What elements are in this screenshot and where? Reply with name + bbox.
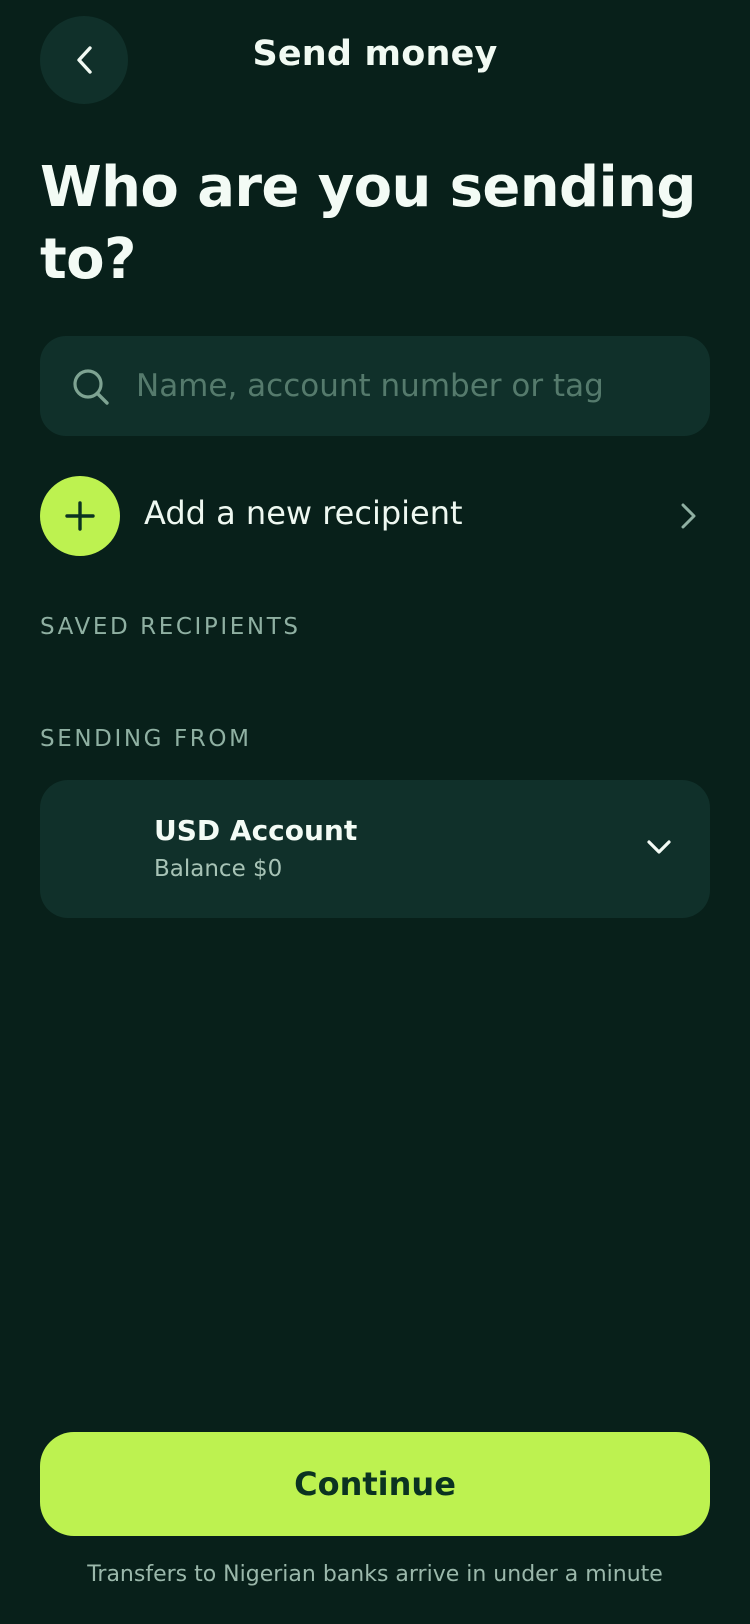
page-heading: Who are you sending to? [40,155,696,292]
chevron-right-icon [681,503,696,529]
send-money-screen: Send money Who are you sending to? Add a… [0,0,750,1624]
saved-recipients-label: SAVED RECIPIENTS [40,614,301,640]
add-recipient-row[interactable]: Add a new recipient [40,476,710,556]
search-icon [73,369,109,405]
sending-from-label: SENDING FROM [40,726,252,752]
account-name: USD Account [154,814,358,847]
page-title: Send money [252,34,498,74]
search-input[interactable] [136,336,686,436]
continue-button[interactable]: Continue [40,1432,710,1536]
add-recipient-label: Add a new recipient [144,494,463,532]
search-box[interactable] [40,336,710,436]
transfer-footnote: Transfers to Nigerian banks arrive in un… [87,1562,663,1587]
plus-icon [65,501,95,531]
account-balance: Balance $0 [154,856,283,882]
chevron-down-icon [647,840,671,854]
add-recipient-button[interactable] [40,476,120,556]
account-selector[interactable]: USD Account Balance $0 [40,780,710,918]
